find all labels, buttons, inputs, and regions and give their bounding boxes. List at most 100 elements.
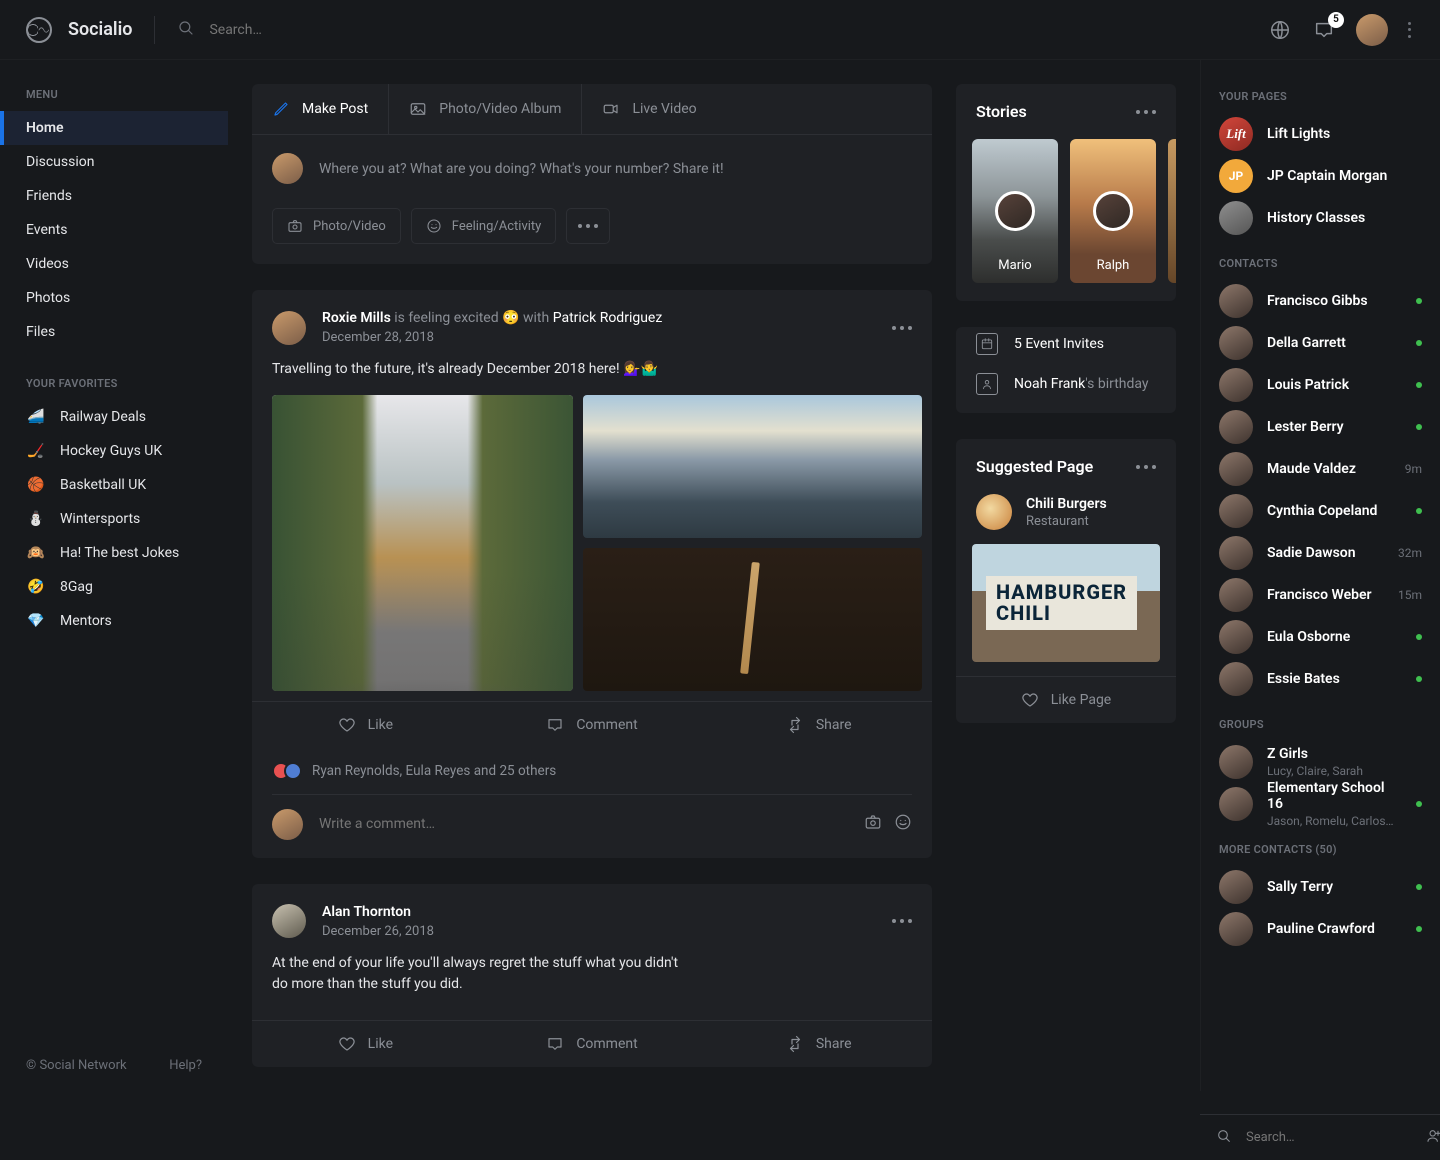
- contact-item[interactable]: Essie Bates: [1219, 658, 1422, 700]
- composer-prompt[interactable]: Where you at? What are you doing? What's…: [319, 161, 724, 177]
- post-more-icon[interactable]: [892, 919, 912, 923]
- contact-item[interactable]: Francisco Weber15m: [1219, 574, 1422, 616]
- contact-avatar: [1219, 536, 1253, 570]
- contact-item[interactable]: Cynthia Copeland: [1219, 490, 1422, 532]
- more-contacts-label: MORE CONTACTS (50): [1219, 825, 1422, 866]
- contact-item[interactable]: Sadie Dawson32m: [1219, 532, 1422, 574]
- suggested-name[interactable]: Chili Burgers: [1026, 496, 1107, 512]
- favorite-item[interactable]: 🙉Ha! The best Jokes: [0, 536, 228, 570]
- composer-chip-label: Photo/Video: [313, 219, 386, 234]
- composer-tab-label: Photo/Video Album: [439, 101, 561, 117]
- like-button[interactable]: Like: [252, 702, 479, 748]
- contact-item[interactable]: Della Garrett: [1219, 322, 1422, 364]
- add-contact-icon[interactable]: [1426, 1128, 1440, 1148]
- pages-section-label: YOUR PAGES: [1219, 72, 1422, 113]
- sidebar-item-files[interactable]: Files: [0, 315, 228, 349]
- composer-tab-live[interactable]: Live Video: [582, 84, 716, 134]
- contact-item[interactable]: Francisco Gibbs: [1219, 280, 1422, 322]
- favorite-item[interactable]: 🏒Hockey Guys UK: [0, 434, 228, 468]
- group-name: Z Girls: [1267, 746, 1422, 762]
- user-avatar[interactable]: [1356, 14, 1388, 46]
- comment-input[interactable]: [317, 815, 850, 833]
- share-button[interactable]: Share: [705, 1021, 932, 1067]
- page-item[interactable]: LiftLift Lights: [1219, 113, 1422, 155]
- composer-feeling-button[interactable]: Feeling/Activity: [411, 208, 557, 244]
- contact-avatar: [1219, 912, 1253, 946]
- page-avatar: Lift: [1219, 117, 1253, 151]
- story-item[interactable]: Mario: [972, 139, 1058, 283]
- sidebar-item-friends[interactable]: Friends: [0, 179, 228, 213]
- composer-tab-make-post[interactable]: Make Post: [252, 84, 389, 134]
- contact-item[interactable]: Louis Patrick: [1219, 364, 1422, 406]
- emoji-icon[interactable]: [894, 813, 912, 835]
- contact-name: Cynthia Copeland: [1267, 503, 1402, 519]
- story-item[interactable]: [1168, 139, 1176, 283]
- favorite-item[interactable]: 🚄Railway Deals: [0, 400, 228, 434]
- sidebar-item-videos[interactable]: Videos: [0, 247, 228, 281]
- online-dot-icon: [1416, 634, 1422, 640]
- story-name: Ralph: [1097, 258, 1130, 273]
- group-item[interactable]: Elementary School 16Jason, Romelu, Carlo…: [1219, 783, 1422, 825]
- share-button[interactable]: Share: [705, 702, 932, 748]
- post-image[interactable]: [583, 395, 922, 538]
- contact-item[interactable]: Eula Osborne: [1219, 616, 1422, 658]
- event-invites-row[interactable]: 5 Event Invites: [976, 333, 1156, 355]
- likes-summary[interactable]: Ryan Reynolds, Eula Reyes and 25 others: [312, 763, 556, 779]
- page-item[interactable]: JPJP Captain Morgan: [1219, 155, 1422, 197]
- like-button[interactable]: Like: [252, 1021, 479, 1067]
- contact-name: Pauline Crawford: [1267, 921, 1402, 937]
- post-author-name[interactable]: Roxie Mills: [322, 310, 391, 326]
- footer-help-link[interactable]: Help?: [169, 1058, 202, 1073]
- sidebar-item-events[interactable]: Events: [0, 213, 228, 247]
- composer-photo-button[interactable]: Photo/Video: [272, 208, 401, 244]
- messages-icon[interactable]: 5: [1312, 18, 1336, 42]
- post-image[interactable]: [272, 395, 573, 691]
- favorite-item[interactable]: 🤣8Gag: [0, 570, 228, 604]
- favorite-item[interactable]: ⛄Wintersports: [0, 502, 228, 536]
- comment-button[interactable]: Comment: [479, 702, 706, 748]
- comment-label: Comment: [576, 1036, 637, 1052]
- menu-section-label: MENU: [0, 60, 228, 111]
- search-input[interactable]: [207, 21, 607, 39]
- composer-more-button[interactable]: [566, 208, 610, 244]
- group-item[interactable]: Z GirlsLucy, Claire, Sarah: [1219, 741, 1422, 783]
- search-icon: [177, 19, 195, 41]
- comment-label: Comment: [576, 717, 637, 733]
- favorite-label: Mentors: [60, 613, 112, 629]
- post-gallery[interactable]: [272, 395, 912, 691]
- sidebar-item-discussion[interactable]: Discussion: [0, 145, 228, 179]
- contact-time: 9m: [1405, 462, 1422, 476]
- like-page-button[interactable]: Like Page: [956, 676, 1176, 723]
- contacts-search-input[interactable]: [1244, 1129, 1414, 1146]
- camera-icon[interactable]: [864, 813, 882, 835]
- contact-name: Eula Osborne: [1267, 629, 1402, 645]
- story-item[interactable]: Ralph: [1070, 139, 1156, 283]
- sidebar-item-home[interactable]: Home: [0, 111, 228, 145]
- composer-tab-album[interactable]: Photo/Video Album: [389, 84, 582, 134]
- suggested-more-icon[interactable]: [1136, 465, 1156, 469]
- overflow-menu-icon[interactable]: [1408, 22, 1412, 38]
- sidebar-item-photos[interactable]: Photos: [0, 281, 228, 315]
- stories-more-icon[interactable]: [1136, 110, 1156, 114]
- birthday-row[interactable]: Noah Frank's birthday: [976, 373, 1156, 395]
- comment-button[interactable]: Comment: [479, 1021, 706, 1067]
- favorite-item[interactable]: 🏀Basketball UK: [0, 468, 228, 502]
- suggested-image[interactable]: [972, 544, 1160, 662]
- favorites-section-label: YOUR FAVORITES: [0, 349, 228, 400]
- contact-item[interactable]: Sally Terry: [1219, 866, 1422, 908]
- favorite-item[interactable]: 💎Mentors: [0, 604, 228, 638]
- post-author-avatar[interactable]: [272, 904, 306, 938]
- post-image[interactable]: [583, 548, 922, 691]
- contact-item[interactable]: Pauline Crawford: [1219, 908, 1422, 950]
- post-with-name[interactable]: Patrick Rodriguez: [553, 310, 663, 326]
- page-item[interactable]: History Classes: [1219, 197, 1422, 239]
- page-name: JP Captain Morgan: [1267, 168, 1422, 184]
- contact-avatar: [1219, 578, 1253, 612]
- suggested-avatar[interactable]: [976, 494, 1012, 530]
- contact-item[interactable]: Maude Valdez9m: [1219, 448, 1422, 490]
- globe-icon[interactable]: [1268, 18, 1292, 42]
- contact-item[interactable]: Lester Berry: [1219, 406, 1422, 448]
- post-author-name[interactable]: Alan Thornton: [322, 904, 411, 920]
- post-author-avatar[interactable]: [272, 311, 306, 345]
- post-more-icon[interactable]: [892, 326, 912, 330]
